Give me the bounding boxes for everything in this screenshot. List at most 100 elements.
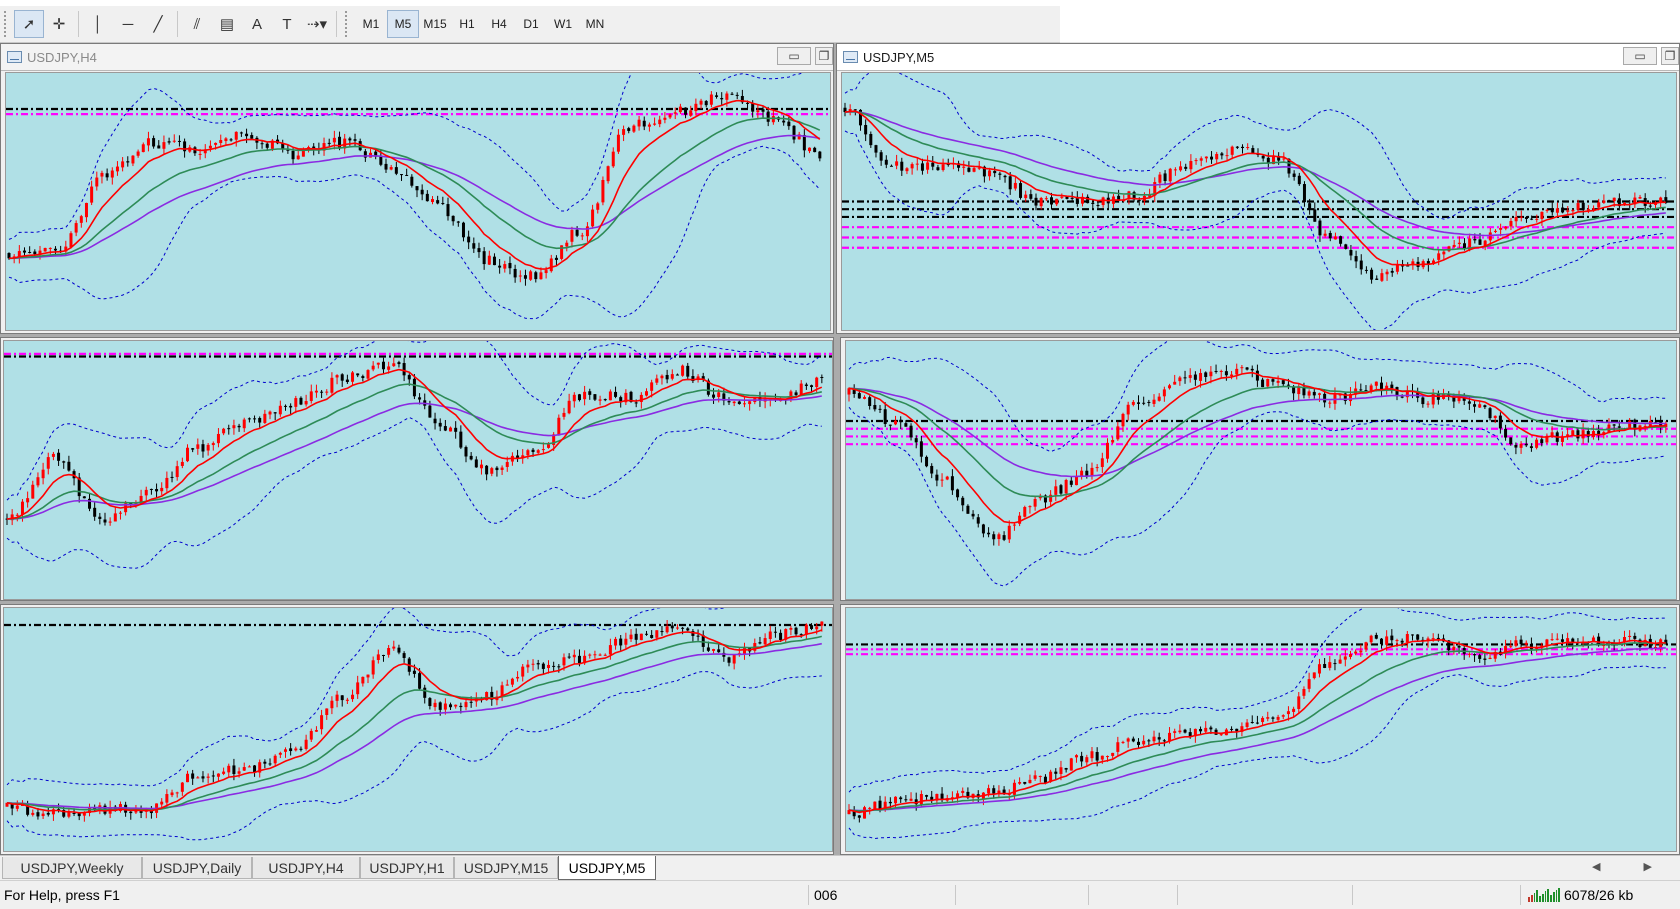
price-chart-area[interactable] <box>841 72 1677 331</box>
minimize-button[interactable]: ▭ <box>777 47 811 65</box>
chart-window-titlebar[interactable]: USDJPY,M5 ▭ ❐ <box>837 44 1679 71</box>
candle-body <box>1261 379 1265 388</box>
candle-body <box>1628 420 1632 429</box>
candle-body <box>149 488 153 490</box>
fibonacci-retracement-tool-button[interactable]: ▤ <box>212 10 242 38</box>
chart-tab[interactable]: USDJPY,H4 <box>252 857 360 879</box>
candle-body <box>1566 638 1570 642</box>
chart-window-1[interactable]: USDJPY,H4 ▭ ❐ <box>0 43 834 334</box>
candle-body <box>356 682 360 695</box>
chart-tab[interactable]: USDJPY,Daily <box>142 857 252 879</box>
candle-body <box>1152 736 1156 742</box>
chart-tab[interactable]: USDJPY,Weekly <box>2 857 142 879</box>
candle-body <box>273 755 277 764</box>
toolbar-grip[interactable] <box>345 11 351 37</box>
timeframe-d1-button[interactable]: D1 <box>515 10 547 38</box>
price-chart-area[interactable] <box>3 607 833 852</box>
candlestick-chart[interactable] <box>6 73 830 330</box>
candle-body <box>624 638 628 645</box>
vertical-line-tool-button[interactable]: │ <box>83 10 113 38</box>
candle-body <box>988 170 992 177</box>
connection-bars-icon[interactable] <box>1528 888 1560 902</box>
candle-body <box>490 468 494 474</box>
candle-body <box>345 699 349 701</box>
restore-button[interactable]: ❐ <box>815 47 833 65</box>
candle-body <box>603 399 607 401</box>
candle-body <box>170 476 174 478</box>
candle-body <box>505 462 509 467</box>
candle-body <box>1529 643 1533 650</box>
candle-body <box>186 447 190 462</box>
candle-body <box>1091 202 1095 205</box>
price-chart-area[interactable] <box>845 607 1677 852</box>
candle-body <box>961 497 965 506</box>
crosshair-tool-button[interactable]: ✛ <box>44 10 74 38</box>
candle-body <box>1390 384 1394 389</box>
minimize-button[interactable]: ▭ <box>1623 47 1657 65</box>
chart-tab[interactable]: USDJPY,H1 <box>360 857 454 879</box>
timeframe-w1-button[interactable]: W1 <box>547 10 579 38</box>
candle-body <box>810 385 814 387</box>
candle-body <box>864 124 868 135</box>
horizontal-line-tool-button[interactable]: ─ <box>113 10 143 38</box>
price-chart-area[interactable] <box>5 72 831 331</box>
restore-button[interactable]: ❐ <box>1661 47 1679 65</box>
candle-body <box>730 93 734 95</box>
chart-window-3[interactable] <box>0 337 834 601</box>
timeframe-m15-button[interactable]: M15 <box>419 10 451 38</box>
tab-scroll-arrows[interactable]: ◀ ▶ <box>1592 860 1672 873</box>
candle-body <box>925 456 929 467</box>
candle-body <box>614 638 618 646</box>
candle-body <box>1276 380 1280 383</box>
price-chart-area[interactable] <box>845 340 1677 600</box>
candlestick-chart[interactable] <box>4 608 832 851</box>
candle-body <box>670 625 674 629</box>
timeframe-h4-button[interactable]: H4 <box>483 10 515 38</box>
candle-body <box>863 807 867 819</box>
candle-body <box>650 382 654 391</box>
candle-body <box>1292 708 1296 712</box>
candle-body <box>531 449 535 453</box>
text-label-tool-button[interactable]: T <box>272 10 302 38</box>
text-tool-tool-button[interactable]: A <box>242 10 272 38</box>
toolbar-grip[interactable] <box>4 11 10 37</box>
chart-window-4[interactable] <box>840 337 1680 601</box>
equidistant-channel-tool-button[interactable]: ⫽ <box>182 10 212 38</box>
candle-body <box>492 256 496 266</box>
candle-body <box>1581 202 1585 210</box>
candle-body <box>603 654 607 656</box>
candle-body <box>1312 391 1316 396</box>
timeframe-mn-button[interactable]: MN <box>579 10 611 38</box>
chart-window-2[interactable]: USDJPY,M5 ▭ ❐ <box>836 43 1680 334</box>
candle-body <box>172 140 176 142</box>
price-chart-area[interactable] <box>3 340 833 600</box>
timeframe-m1-button[interactable]: M1 <box>355 10 387 38</box>
candle-body <box>1209 371 1213 377</box>
chart-window-6[interactable] <box>840 604 1680 855</box>
candle-body <box>1038 775 1042 777</box>
arrows-dropdown-tool-button[interactable]: ⇢▾ <box>302 10 332 38</box>
timeframe-m5-button[interactable]: M5 <box>387 10 419 38</box>
timeframe-h1-button[interactable]: H1 <box>451 10 483 38</box>
trendline-tool-button[interactable]: ╱ <box>143 10 173 38</box>
chart-window-titlebar[interactable]: USDJPY,H4 ▭ ❐ <box>1 44 833 71</box>
candlestick-chart[interactable] <box>846 608 1676 851</box>
candle-body <box>1338 659 1342 664</box>
chart-tab[interactable]: USDJPY,M15 <box>454 857 558 879</box>
candle-body <box>1312 672 1316 679</box>
candle-body <box>433 702 437 708</box>
candle-body <box>108 521 112 523</box>
chart-tab[interactable]: USDJPY,M5 <box>558 856 656 880</box>
candle-body <box>28 251 32 253</box>
candle-body <box>1019 183 1023 198</box>
candle-body <box>1116 742 1120 752</box>
candlestick-chart[interactable] <box>842 73 1676 330</box>
candle-body <box>1281 380 1285 385</box>
candlestick-chart[interactable] <box>846 341 1676 599</box>
chart-window-5[interactable] <box>0 604 834 855</box>
candle-body <box>22 250 26 253</box>
candle-body <box>1059 767 1063 774</box>
cursor-arrow-tool-button[interactable]: ➚ <box>14 10 44 38</box>
candle-body <box>335 694 339 701</box>
candlestick-chart[interactable] <box>4 341 832 599</box>
